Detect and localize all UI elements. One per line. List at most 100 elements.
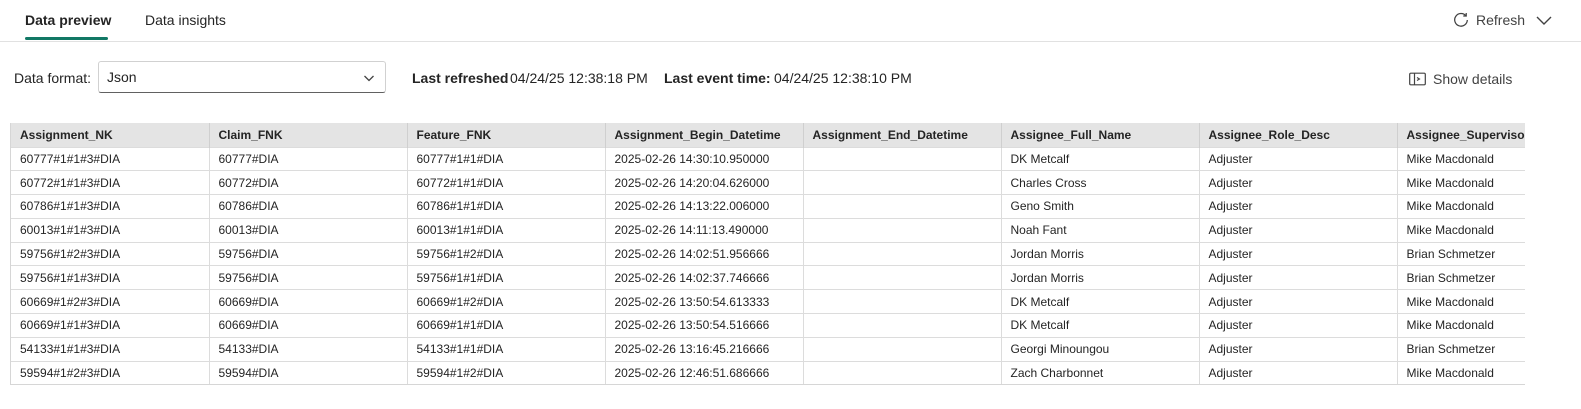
table-cell: Adjuster bbox=[1199, 170, 1398, 195]
table-row[interactable]: 60786#1#1#3#DIA 60786#DIA 60786#1#1#DIA 202… bbox=[11, 194, 1525, 219]
table-cell: 60669#1#2#DIA bbox=[407, 289, 606, 314]
column-header[interactable]: Assignment_NK bbox=[11, 123, 210, 147]
table-cell: 60669#1#1#DIA bbox=[407, 313, 606, 338]
table-row[interactable]: 59756#1#2#3#DIA 59756#DIA 59756#1#2#DIA 202… bbox=[11, 241, 1525, 266]
table-cell: 2025-02-26 13:50:54.516666 bbox=[605, 313, 804, 338]
table-cell: DK Metcalf bbox=[1001, 313, 1200, 338]
table-cell: 54133#1#1#3#DIA bbox=[11, 336, 210, 362]
tab-bar: Data preview Data insights Refresh bbox=[0, 0, 1581, 42]
table-cell: Adjuster bbox=[1199, 241, 1398, 266]
table-row[interactable]: 54133#1#1#3#DIA 54133#DIA 54133#1#1#DIA 202… bbox=[11, 336, 1525, 362]
last-event-time-value: 04/24/25 12:38:10 PM bbox=[774, 70, 912, 86]
table-cell: Brian Schmetzer bbox=[1397, 265, 1525, 290]
data-preview-grid[interactable]: Assignment_NK Claim_FNK Feature_FNK Assignm… bbox=[10, 123, 1525, 385]
table-cell: 60772#DIA bbox=[209, 170, 408, 195]
table-cell: Mike Macdonald bbox=[1397, 289, 1525, 314]
tab-data-preview[interactable]: Data preview bbox=[25, 12, 111, 28]
column-header[interactable]: Assignee_Supervisor_ bbox=[1397, 123, 1525, 147]
table-cell: 2025-02-26 14:13:22.006000 bbox=[605, 194, 804, 219]
table-cell: 60786#1#1#3#DIA bbox=[11, 194, 210, 219]
table-cell: 2025-02-26 12:46:51.686666 bbox=[605, 360, 804, 384]
table-cell: DK Metcalf bbox=[1001, 289, 1200, 314]
table-cell bbox=[803, 194, 1002, 219]
column-header[interactable]: Feature_FNK bbox=[407, 123, 606, 147]
table-cell: Mike Macdonald bbox=[1397, 217, 1525, 243]
table-cell bbox=[803, 170, 1002, 195]
table-cell: Mike Macdonald bbox=[1397, 146, 1525, 171]
table-cell: 59594#DIA bbox=[209, 360, 408, 384]
table-cell bbox=[803, 360, 1002, 384]
table-cell: Charles Cross bbox=[1001, 170, 1200, 195]
table-cell: 60669#DIA bbox=[209, 289, 408, 314]
table-cell: 59594#1#2#DIA bbox=[407, 360, 606, 384]
table-row[interactable]: 60013#1#1#3#DIA 60013#DIA 60013#1#1#DIA 202… bbox=[11, 217, 1525, 243]
table-cell: 2025-02-26 13:16:45.216666 bbox=[605, 336, 804, 362]
table-cell: Adjuster bbox=[1199, 146, 1398, 171]
table-cell: 60013#1#1#DIA bbox=[407, 217, 606, 243]
chevron-down-icon bbox=[364, 75, 374, 82]
table-row[interactable]: 60777#1#1#3#DIA 60777#DIA 60777#1#1#DIA 202… bbox=[11, 146, 1525, 171]
table-cell: Geno Smith bbox=[1001, 194, 1200, 219]
table-cell: Mike Macdonald bbox=[1397, 360, 1525, 384]
table-cell bbox=[803, 289, 1002, 314]
table-cell: 60669#1#1#3#DIA bbox=[11, 313, 210, 338]
table-cell: Brian Schmetzer bbox=[1397, 241, 1525, 266]
data-format-label: Data format: bbox=[14, 70, 92, 86]
table-cell: 59756#1#2#DIA bbox=[407, 241, 606, 266]
show-details-label: Show details bbox=[1433, 71, 1513, 87]
table-cell: 60669#DIA bbox=[209, 313, 408, 338]
table-cell bbox=[803, 241, 1002, 266]
table-cell: 60777#1#1#3#DIA bbox=[11, 146, 210, 171]
data-table: Assignment_NK Claim_FNK Feature_FNK Assignm… bbox=[11, 123, 1525, 384]
data-format-dropdown[interactable]: Json bbox=[98, 61, 386, 93]
table-cell: 60772#1#1#DIA bbox=[407, 170, 606, 195]
table-cell: Georgi Minoungou bbox=[1001, 336, 1200, 362]
table-cell: 60013#DIA bbox=[209, 217, 408, 243]
last-event-time-label: Last event time: bbox=[664, 70, 771, 86]
table-cell: 2025-02-26 14:02:37.746666 bbox=[605, 265, 804, 290]
table-cell: 2025-02-26 13:50:54.613333 bbox=[605, 289, 804, 314]
table-cell: Jordan Morris bbox=[1001, 241, 1200, 266]
table-cell: 2025-02-26 14:20:04.626000 bbox=[605, 170, 804, 195]
table-cell: Jordan Morris bbox=[1001, 265, 1200, 290]
table-cell: Zach Charbonnet bbox=[1001, 360, 1200, 384]
table-cell: 59756#1#1#DIA bbox=[407, 265, 606, 290]
last-refreshed-label: Last refreshed bbox=[412, 70, 509, 86]
table-cell: Mike Macdonald bbox=[1397, 194, 1525, 219]
table-cell bbox=[803, 313, 1002, 338]
column-header[interactable]: Assignee_Full_Name bbox=[1001, 123, 1200, 147]
table-body: 60777#1#1#3#DIA 60777#DIA 60777#1#1#DIA 202… bbox=[11, 146, 1525, 384]
table-cell bbox=[803, 146, 1002, 171]
table-row[interactable]: 59756#1#1#3#DIA 59756#DIA 59756#1#1#DIA 202… bbox=[11, 265, 1525, 290]
column-header[interactable]: Claim_FNK bbox=[209, 123, 408, 147]
column-header[interactable]: Assignment_Begin_Datetime bbox=[605, 123, 804, 147]
table-cell: Adjuster bbox=[1199, 217, 1398, 243]
table-cell: 60777#DIA bbox=[209, 146, 408, 171]
column-header[interactable]: Assignment_End_Datetime bbox=[803, 123, 1002, 147]
table-cell: Adjuster bbox=[1199, 194, 1398, 219]
table-cell bbox=[803, 265, 1002, 290]
table-row[interactable]: 59594#1#2#3#DIA 59594#DIA 59594#1#2#DIA 202… bbox=[11, 360, 1525, 384]
table-cell: 2025-02-26 14:30:10.950000 bbox=[605, 146, 804, 171]
refresh-label: Refresh bbox=[1476, 12, 1526, 28]
table-cell: 54133#DIA bbox=[209, 336, 408, 362]
refresh-button[interactable]: Refresh bbox=[1452, 9, 1525, 31]
table-cell: 54133#1#1#DIA bbox=[407, 336, 606, 362]
refresh-icon bbox=[1454, 12, 1468, 27]
show-details-button[interactable]: Show details bbox=[1409, 71, 1512, 87]
table-cell: 60777#1#1#DIA bbox=[407, 146, 606, 171]
table-row[interactable]: 60669#1#1#3#DIA 60669#DIA 60669#1#1#DIA 202… bbox=[11, 313, 1525, 338]
chevron-down-icon[interactable] bbox=[1535, 11, 1553, 29]
table-cell: 59756#1#2#3#DIA bbox=[11, 241, 210, 266]
table-cell: 2025-02-26 14:11:13.490000 bbox=[605, 217, 804, 243]
last-refreshed-value: 04/24/25 12:38:18 PM bbox=[510, 70, 648, 86]
table-row[interactable]: 60772#1#1#3#DIA 60772#DIA 60772#1#1#DIA 202… bbox=[11, 170, 1525, 195]
table-cell: Adjuster bbox=[1199, 336, 1398, 362]
tab-data-insights[interactable]: Data insights bbox=[145, 12, 226, 28]
table-cell bbox=[803, 217, 1002, 243]
table-row[interactable]: 60669#1#2#3#DIA 60669#DIA 60669#1#2#DIA 202… bbox=[11, 289, 1525, 314]
column-header[interactable]: Assignee_Role_Desc bbox=[1199, 123, 1398, 147]
table-cell: Brian Schmetzer bbox=[1397, 336, 1525, 362]
table-cell: 2025-02-26 14:02:51.956666 bbox=[605, 241, 804, 266]
table-cell: Adjuster bbox=[1199, 265, 1398, 290]
